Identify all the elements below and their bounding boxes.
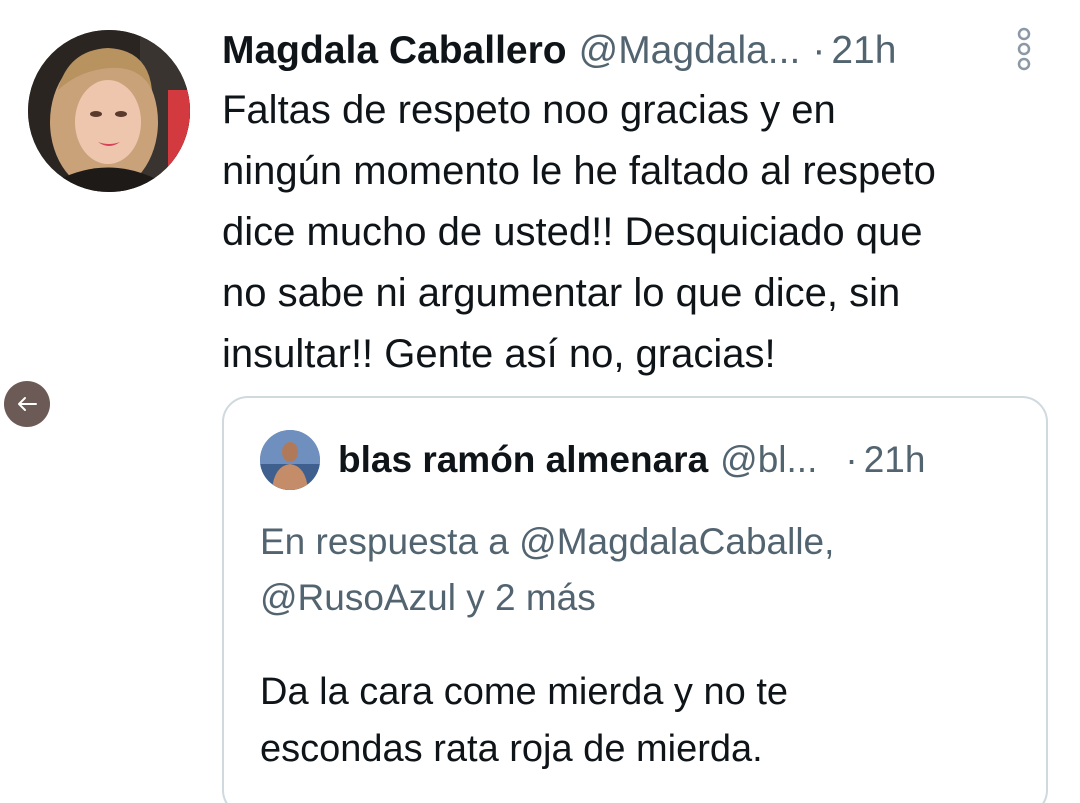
user-avatar-photo-icon — [260, 430, 320, 490]
tweet-text-line: dice mucho de usted!! Desquiciado que — [222, 210, 923, 254]
reply-context-line[interactable]: @RusoAzul y 2 más — [260, 570, 1040, 626]
quoted-tweet-text-line: Da la cara come mierda y no te — [260, 671, 789, 713]
tweet-timestamp[interactable]: 21h — [831, 28, 896, 74]
back-button[interactable] — [4, 381, 50, 427]
separator-dot: · — [812, 29, 826, 72]
author-handle[interactable]: @Magdala... — [579, 28, 801, 74]
author-display-name[interactable]: Magdala Caballero — [222, 28, 567, 74]
tweet-header: Magdala Caballero @Magdala... · 21h — [222, 28, 1052, 74]
separator-dot: · — [845, 439, 858, 480]
arrow-left-icon — [18, 397, 37, 411]
quoted-tweet[interactable]: blas ramón almenara @bl... · 21h En resp… — [222, 396, 1048, 803]
quoted-tweet-text: Da la cara come mierda y no te escondas … — [260, 664, 1040, 778]
quoted-author-display-name[interactable]: blas ramón almenara — [338, 439, 708, 481]
quoted-tweet-text-line: escondas rata roja de mierda. — [260, 728, 763, 770]
quoted-author-handle[interactable]: @bl... — [720, 439, 817, 481]
tweet: Magdala Caballero @Magdala... · 21h Falt… — [0, 0, 1080, 803]
tweet-text-line: no sabe ni argumentar lo que dice, sin — [222, 271, 901, 315]
quoted-tweet-header: blas ramón almenara @bl... · 21h — [338, 436, 925, 484]
tweet-text-line: Faltas de respeto noo gracias y en — [222, 88, 836, 132]
quoted-author-avatar[interactable] — [260, 430, 320, 490]
reply-context: En respuesta a @MagdalaCaballe, @RusoAzu… — [260, 514, 1040, 626]
tweet-text-line: insultar!! Gente así no, gracias! — [222, 332, 776, 376]
user-avatar-photo-icon — [28, 30, 190, 192]
more-vertical-icon[interactable] — [1013, 26, 1035, 72]
quoted-tweet-timestamp[interactable]: 21h — [864, 439, 926, 481]
tweet-text: Faltas de respeto noo gracias y en ningú… — [222, 80, 1052, 385]
tweet-text-line: ningún momento le he faltado al respeto — [222, 149, 936, 193]
author-avatar[interactable] — [28, 30, 190, 192]
reply-context-line[interactable]: En respuesta a @MagdalaCaballe, — [260, 514, 1040, 570]
